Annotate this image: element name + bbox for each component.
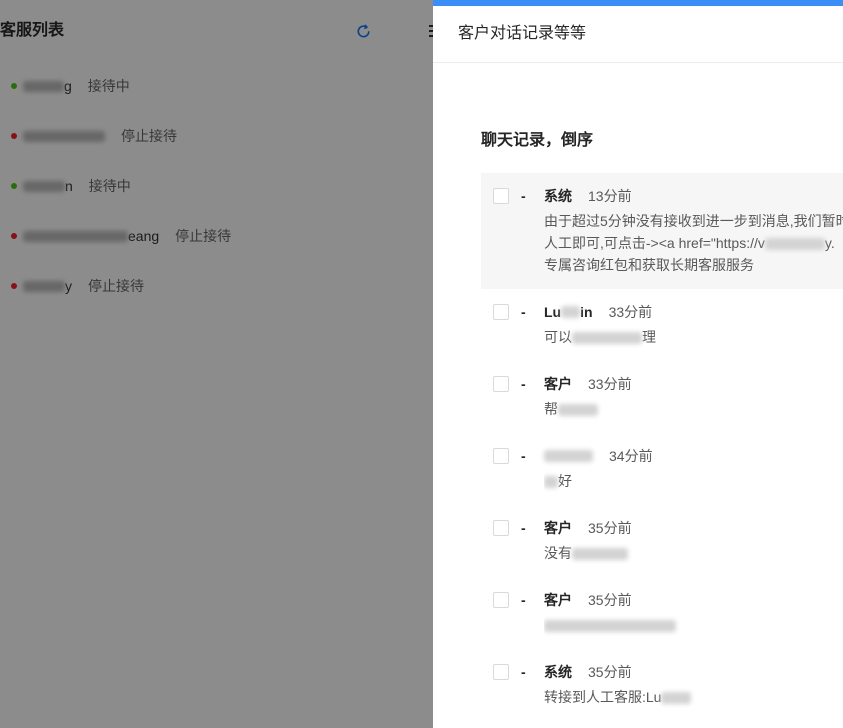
redacted-text: [544, 476, 558, 489]
redacted-text: [544, 620, 676, 633]
record-time: 35分前: [588, 592, 632, 608]
separator-dash: -: [521, 448, 526, 464]
record-header: - 系统 35分前: [493, 661, 843, 683]
record-message: 可以 理: [493, 326, 843, 348]
record-time: 35分前: [588, 664, 632, 680]
record-checkbox[interactable]: [493, 520, 509, 536]
message-text: 理: [642, 329, 656, 345]
redacted-text: [544, 450, 593, 462]
record-header: - 客户 35分前: [493, 589, 843, 611]
drawer-title: 客户对话记录等等: [458, 25, 587, 42]
record-sender: Lu in: [544, 301, 593, 323]
chat-record[interactable]: - Lu in 33分前 可以 理: [481, 289, 843, 361]
record-message: [493, 614, 843, 636]
message-text: y.: [824, 235, 835, 251]
message-line: 没有: [544, 542, 843, 564]
record-checkbox[interactable]: [493, 592, 509, 608]
separator-dash: -: [521, 592, 526, 608]
separator-dash: -: [521, 304, 526, 320]
chat-record-drawer: 客户对话记录等等 聊天记录，倒序 - 系统 13分前 由于超过5分钟没有接收到进…: [433, 0, 843, 728]
message-text: 好: [558, 473, 572, 489]
record-header: - 34分前: [493, 445, 843, 467]
redacted-text: [558, 404, 598, 417]
record-time: 33分前: [588, 376, 632, 392]
chat-record[interactable]: - 系统 13分前 由于超过5分钟没有接收到进一步到消息,我们暂时 人工即可,可…: [481, 173, 843, 289]
message-line: 人工即可,可点击-><a href="https://v y.: [544, 232, 843, 254]
message-line: 转接到人工客服:Lu: [544, 686, 843, 708]
record-sender: 系统: [544, 664, 572, 680]
record-header: - Lu in 33分前: [493, 301, 843, 323]
record-message: 没有: [493, 542, 843, 564]
chat-record-list: - 系统 13分前 由于超过5分钟没有接收到进一步到消息,我们暂时 人工即可,可…: [481, 173, 843, 721]
sender-text: in: [580, 304, 593, 320]
drawer-header: 客户对话记录等等: [433, 6, 843, 63]
record-message: 帮: [493, 398, 843, 420]
message-line: 帮: [544, 398, 843, 420]
chat-record[interactable]: - 客户 35分前 没有: [481, 505, 843, 577]
separator-dash: -: [521, 376, 526, 392]
message-line: [544, 614, 843, 636]
record-checkbox[interactable]: [493, 448, 509, 464]
redacted-text: [572, 332, 642, 345]
record-message: 好: [493, 470, 843, 492]
redacted-text: [572, 548, 628, 561]
record-checkbox[interactable]: [493, 304, 509, 320]
message-line: 专属咨询红包和获取长期客服服务: [544, 257, 754, 273]
record-time: 35分前: [588, 520, 632, 536]
record-time: 34分前: [609, 448, 653, 464]
redacted-text: [561, 306, 581, 318]
separator-dash: -: [521, 188, 526, 204]
message-line: 好: [544, 470, 843, 492]
sender-text: Lu: [544, 304, 562, 320]
record-sender: 客户: [544, 520, 572, 536]
message-text: 没有: [544, 545, 572, 561]
separator-dash: -: [521, 664, 526, 680]
record-time: 13分前: [588, 188, 632, 204]
record-header: - 客户 33分前: [493, 373, 843, 395]
separator-dash: -: [521, 520, 526, 536]
record-message: 转接到人工客服:Lu: [493, 686, 843, 708]
redacted-text: [661, 692, 692, 705]
record-sender: 客户: [544, 376, 572, 392]
redacted-text: [764, 238, 825, 251]
record-checkbox[interactable]: [493, 664, 509, 680]
record-header: - 客户 35分前: [493, 517, 843, 539]
message-line: 由于超过5分钟没有接收到进一步到消息,我们暂时: [544, 213, 843, 229]
record-sender: 系统: [544, 188, 572, 204]
record-checkbox[interactable]: [493, 376, 509, 392]
message-text: 人工即可,可点击-><a href="https://v: [544, 235, 765, 251]
message-text: 帮: [544, 401, 558, 417]
chat-record[interactable]: - 客户 35分前: [481, 577, 843, 649]
record-sender: 客户: [544, 592, 572, 608]
chat-record[interactable]: - 34分前 好: [481, 433, 843, 505]
message-text: 可以: [544, 329, 572, 345]
message-line: 可以 理: [544, 326, 843, 348]
record-message: 由于超过5分钟没有接收到进一步到消息,我们暂时 人工即可,可点击-><a hre…: [493, 210, 843, 276]
record-sender: [544, 450, 593, 462]
chat-heading: 聊天记录，倒序: [481, 132, 594, 149]
chat-record[interactable]: - 客户 33分前 帮: [481, 361, 843, 433]
drawer-body: 聊天记录，倒序 - 系统 13分前 由于超过5分钟没有接收到进一步到消息,我们暂…: [433, 63, 843, 721]
record-checkbox[interactable]: [493, 188, 509, 204]
record-time: 33分前: [608, 304, 653, 320]
message-text: 转接到人工客服:Lu: [544, 689, 662, 705]
chat-record[interactable]: - 系统 35分前 转接到人工客服:Lu: [481, 649, 843, 721]
record-header: - 系统 13分前: [493, 185, 843, 207]
